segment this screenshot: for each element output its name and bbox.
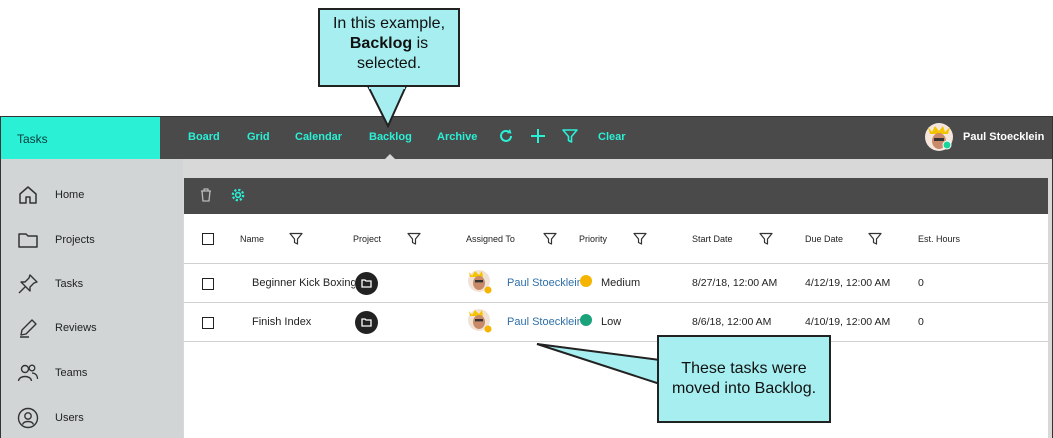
plus-icon[interactable]	[529, 127, 547, 145]
clear-filters-link[interactable]: Clear	[598, 131, 626, 143]
refresh-icon[interactable]	[497, 127, 515, 145]
sidebar-item-label: Reviews	[55, 322, 97, 334]
folder-icon	[18, 233, 38, 248]
avatar-face-icon	[469, 271, 492, 294]
sidebar-item-projects[interactable]: Projects	[17, 229, 177, 253]
select-all-checkbox[interactable]	[202, 233, 214, 245]
task-table-panel: Name Project Assigned To Priority Start …	[184, 178, 1048, 438]
nav-calendar[interactable]: Calendar	[295, 131, 342, 143]
column-header-priority[interactable]: Priority	[579, 234, 607, 244]
sidebar-item-tasks[interactable]: Tasks	[17, 273, 177, 297]
nav-board[interactable]: Board	[188, 131, 220, 143]
project-folder-icon[interactable]	[355, 311, 378, 334]
sidebar-item-label: Teams	[55, 367, 88, 379]
filter-icon[interactable]	[868, 232, 882, 246]
trash-icon[interactable]	[198, 187, 214, 203]
callout-tasks-moved: These tasks were moved into Backlog.	[657, 335, 831, 423]
column-header-project[interactable]: Project	[353, 234, 381, 244]
due-date-value: 4/10/19, 12:00 AM	[805, 316, 891, 328]
start-date-value: 8/6/18, 12:00 AM	[692, 316, 772, 328]
row-checkbox[interactable]	[202, 278, 214, 290]
project-folder-icon[interactable]	[355, 272, 378, 295]
sidebar-item-teams[interactable]: Teams	[17, 362, 177, 386]
callout-bottom-pointer	[536, 343, 661, 386]
sidebar: Home Projects Tasks Reviews Teams Users	[1, 159, 183, 438]
settings-gear-icon[interactable]	[230, 187, 246, 203]
column-header-est-hours[interactable]: Est. Hours	[918, 234, 960, 244]
nav-archive[interactable]: Archive	[437, 131, 477, 143]
assignee-link[interactable]: Paul Stoecklein	[507, 277, 581, 289]
filter-icon[interactable]	[289, 232, 303, 246]
filter-icon[interactable]	[543, 232, 557, 246]
column-header-assigned-to[interactable]: Assigned To	[466, 234, 515, 244]
home-icon	[19, 186, 37, 204]
sidebar-item-label: Users	[55, 412, 84, 424]
main-content: Name Project Assigned To Priority Start …	[183, 159, 1052, 438]
folder-icon	[361, 318, 372, 327]
column-header-start-date[interactable]: Start Date	[692, 234, 733, 244]
callout-top-pointer	[366, 85, 408, 129]
filter-icon[interactable]	[561, 127, 579, 145]
nav-grid[interactable]: Grid	[247, 131, 270, 143]
sidebar-item-users[interactable]: Users	[17, 407, 177, 431]
callout-bottom-line-2: moved into Backlog.	[671, 380, 817, 397]
filter-icon[interactable]	[407, 232, 421, 246]
pin-icon	[18, 274, 38, 294]
task-name[interactable]: Finish Index	[252, 316, 355, 328]
callout-backlog-selected: In this example, Backlog is selected.	[318, 8, 460, 87]
user-icon	[17, 407, 39, 429]
table-header-row: Name Project Assigned To Priority Start …	[184, 214, 1048, 264]
task-name[interactable]: Beginner Kick Boxing	[252, 277, 355, 289]
priority-low-dot	[580, 314, 592, 326]
app-window: Tasks Board Grid Calendar Backlog Archiv…	[0, 116, 1053, 438]
assignee-avatar	[468, 309, 492, 333]
sidebar-item-label: Projects	[55, 234, 95, 246]
sidebar-item-label: Tasks	[55, 278, 84, 290]
filter-icon[interactable]	[759, 232, 773, 246]
row-checkbox[interactable]	[202, 317, 214, 329]
est-hours-value: 0	[918, 277, 924, 289]
callout-bold-word: Backlog	[349, 35, 413, 52]
sidebar-item-home[interactable]: Home	[17, 184, 177, 208]
sidebar-item-reviews[interactable]: Reviews	[17, 317, 177, 341]
pen-icon	[20, 319, 37, 338]
est-hours-value: 0	[918, 316, 924, 328]
priority-value: Low	[601, 316, 622, 328]
callout-bottom-line-1: These tasks were	[681, 360, 807, 377]
app-brand[interactable]: Tasks	[1, 117, 160, 159]
table-toolbar	[184, 178, 1048, 214]
top-nav-bar: Tasks Board Grid Calendar Backlog Archiv…	[1, 117, 1052, 160]
column-header-due-date[interactable]: Due Date	[805, 234, 843, 244]
callout-line-2: is	[412, 35, 429, 52]
avatar-face-icon	[926, 124, 952, 150]
priority-medium-dot	[580, 275, 592, 287]
folder-icon	[361, 279, 372, 288]
user-avatar[interactable]	[925, 123, 953, 151]
people-icon	[17, 364, 39, 382]
table-row[interactable]: Finish Index Paul Stoecklein Low 8/6/18,…	[184, 303, 1048, 342]
callout-line-3: selected.	[356, 55, 422, 72]
start-date-value: 8/27/18, 12:00 AM	[692, 277, 778, 289]
callout-line-1: In this example,	[332, 15, 446, 32]
user-name[interactable]: Paul Stoecklein	[963, 131, 1044, 143]
assignee-avatar	[468, 270, 492, 294]
filter-icon[interactable]	[633, 232, 647, 246]
column-header-name[interactable]: Name	[240, 234, 264, 244]
avatar-face-icon	[469, 310, 492, 333]
assignee-link[interactable]: Paul Stoecklein	[507, 316, 581, 328]
table-row[interactable]: Beginner Kick Boxing Paul Stoecklein Med…	[184, 264, 1048, 303]
sidebar-item-label: Home	[55, 189, 85, 201]
priority-value: Medium	[601, 277, 641, 289]
due-date-value: 4/12/19, 12:00 AM	[805, 277, 891, 289]
